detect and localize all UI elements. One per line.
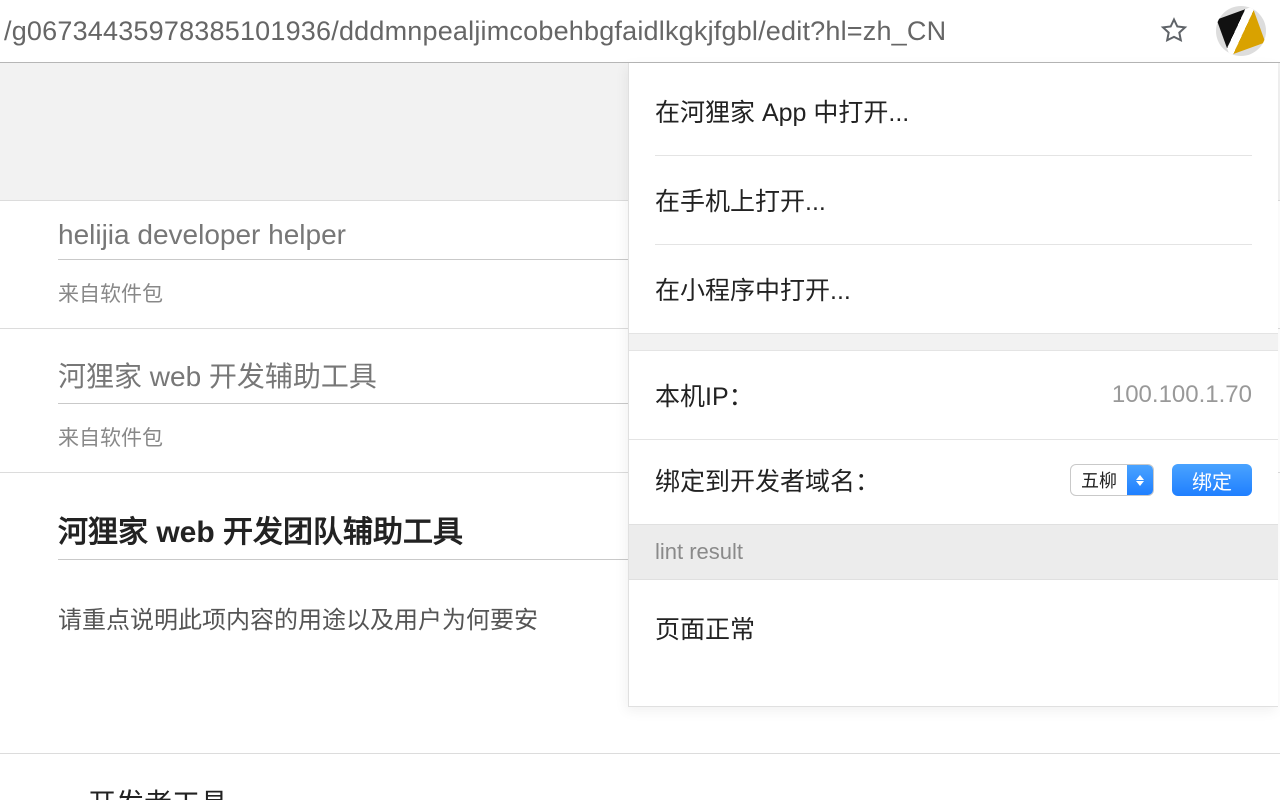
extension-popup: 在河狸家 App 中打开... 在手机上打开... 在小程序中打开... 本机I…: [628, 63, 1278, 707]
address-bar: /g0673443597838510193​6/dddmnpealjimcobe…: [0, 0, 1280, 63]
bind-domain-label: 绑定到开发者域名：: [655, 462, 1052, 498]
local-ip-row: 本机IP： 100.100.1.70: [629, 351, 1278, 440]
bookmark-star-icon[interactable]: [1158, 15, 1190, 47]
lint-result-status: 页面正常: [629, 580, 1278, 706]
developer-select[interactable]: 五柳: [1070, 464, 1154, 496]
lint-result-header: lint result: [629, 524, 1278, 580]
popup-divider: [629, 333, 1278, 351]
section-devtools: 开发者工具: [0, 754, 1280, 800]
local-ip-value: 100.100.1.70: [1112, 381, 1252, 409]
profile-avatar[interactable]: [1216, 6, 1266, 56]
developer-select-value: 五柳: [1071, 465, 1127, 495]
url-text[interactable]: /g0673443597838510193​6/dddmnpealjimcobe…: [0, 16, 1158, 47]
chevron-updown-icon: [1127, 465, 1153, 495]
bind-button[interactable]: 绑定: [1172, 464, 1252, 496]
open-on-phone-item[interactable]: 在手机上打开...: [655, 156, 1252, 245]
bind-domain-row: 绑定到开发者域名： 五柳 绑定: [629, 440, 1278, 524]
open-in-miniapp-item[interactable]: 在小程序中打开...: [655, 245, 1252, 333]
open-in-app-item[interactable]: 在河狸家 App 中打开...: [655, 63, 1252, 156]
local-ip-label: 本机IP：: [655, 377, 1112, 413]
